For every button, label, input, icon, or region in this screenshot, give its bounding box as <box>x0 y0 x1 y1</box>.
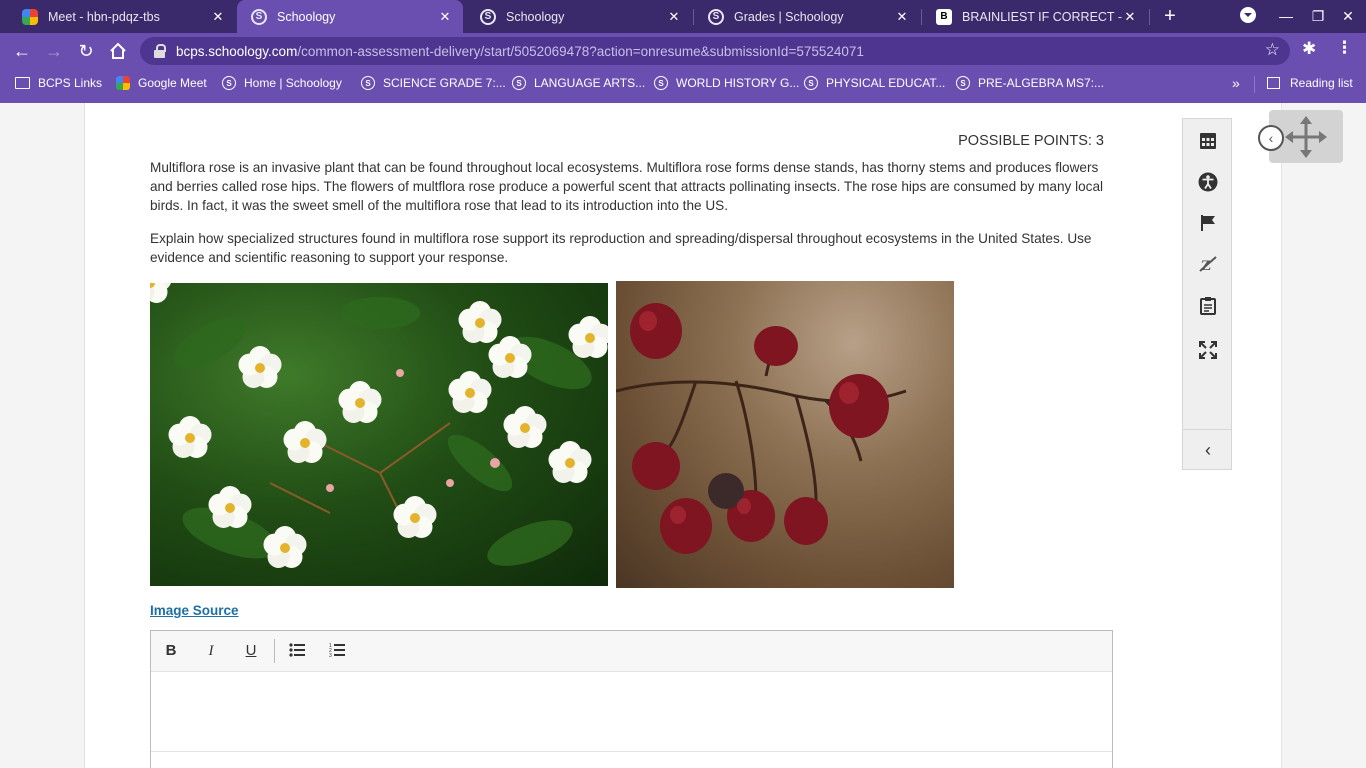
schoology-icon: S <box>512 76 526 90</box>
bookmarks-bar: BCPS Links Google Meet S Home | Schoolog… <box>0 69 1366 100</box>
close-icon[interactable]: ✕ <box>894 9 910 25</box>
reload-icon[interactable]: ↻ <box>74 39 98 63</box>
close-window-icon[interactable]: ✕ <box>1338 6 1358 26</box>
minimize-icon[interactable]: — <box>1276 6 1296 26</box>
reading-list-button[interactable]: Reading list <box>1267 76 1353 90</box>
bookmark-label: Google Meet <box>138 76 207 90</box>
google-meet-icon <box>116 76 130 90</box>
close-icon[interactable]: ✕ <box>437 9 453 25</box>
bookmarks-separator <box>1254 76 1255 93</box>
tab-title: Meet - hbn-pdqz-tbs <box>48 9 160 24</box>
folder-icon <box>15 77 30 89</box>
brainly-icon: B <box>936 8 952 25</box>
schoology-icon: S <box>804 76 818 90</box>
bookmark-label: PHYSICAL EDUCAT... <box>826 76 946 90</box>
tab-title: Schoology <box>277 9 336 24</box>
reading-list-label: Reading list <box>1290 76 1353 90</box>
schoology-icon: S <box>654 76 668 90</box>
url-host: bcps.schoology.com <box>176 43 298 59</box>
schoology-icon: S <box>956 76 970 90</box>
bookmark-science[interactable]: S SCIENCE GRADE 7:... <box>361 76 506 90</box>
bookmark-label: SCIENCE GRADE 7:... <box>383 76 506 90</box>
bookmark-language-arts[interactable]: S LANGUAGE ARTS... <box>512 76 645 90</box>
calculator-icon[interactable] <box>1196 129 1220 153</box>
bookmark-pre-algebra[interactable]: S PRE-ALGEBRA MS7:... <box>956 76 1104 90</box>
collapse-circle-chevron-icon[interactable]: ‹ <box>1258 125 1284 151</box>
tab-title: BRAINLIEST IF CORRECT - Brai <box>962 9 1122 24</box>
tab-meet[interactable]: Meet - hbn-pdqz-tbs ✕ <box>8 0 236 33</box>
close-icon[interactable]: ✕ <box>666 9 682 25</box>
extensions-puzzle-icon[interactable]: ✱ <box>1302 39 1316 59</box>
address-bar[interactable]: bcps.schoology.com/common-assessment-del… <box>140 37 1290 65</box>
question-prompt: Explain how specialized structures found… <box>150 231 1092 265</box>
bookmark-label: PRE-ALGEBRA MS7:... <box>978 76 1105 90</box>
bookmark-label: LANGUAGE ARTS... <box>534 76 646 90</box>
rail-divider <box>1183 429 1231 430</box>
kebab-menu-icon[interactable]: ⋮ <box>1336 38 1353 58</box>
bookmark-google-meet[interactable]: Google Meet <box>116 76 207 90</box>
fullscreen-icon[interactable] <box>1196 338 1220 362</box>
eliminate-answer-icon[interactable]: Z <box>1196 252 1220 276</box>
new-tab-button[interactable]: + <box>1159 5 1181 27</box>
svg-text:3: 3 <box>329 653 332 658</box>
schoology-icon: S <box>480 8 496 25</box>
tab-separator <box>1149 9 1150 25</box>
bold-icon[interactable]: B <box>160 640 182 662</box>
google-meet-icon <box>22 8 38 25</box>
tab-search-icon[interactable] <box>1238 6 1258 26</box>
tab-title: Schoology <box>506 9 565 24</box>
rose-hips-berries-photo <box>616 281 954 588</box>
tab-schoology[interactable]: S Schoology ✕ <box>466 0 692 33</box>
schoology-icon: S <box>222 76 236 90</box>
close-icon[interactable]: ✕ <box>210 9 226 25</box>
underline-icon[interactable]: U <box>240 640 262 662</box>
numbered-list-icon[interactable]: 123 <box>329 642 345 659</box>
answer-text-area[interactable] <box>151 672 1112 752</box>
multiflora-rose-flowers-photo <box>150 283 608 586</box>
close-icon[interactable]: ✕ <box>1122 9 1138 25</box>
bookmark-world-history[interactable]: S WORLD HISTORY G... <box>654 76 799 90</box>
tab-title: Grades | Schoology <box>734 9 844 24</box>
question-passage: Multiflora rose is an invasive plant tha… <box>150 160 1104 213</box>
bookmark-home-schoology[interactable]: S Home | Schoology <box>222 76 342 90</box>
chevron-left-icon[interactable]: ‹ <box>1196 440 1220 464</box>
notepad-icon[interactable] <box>1196 294 1220 318</box>
flag-icon[interactable] <box>1196 211 1220 235</box>
tab-brainly[interactable]: B BRAINLIEST IF CORRECT - Brai ✕ <box>922 0 1148 33</box>
toolbar-separator <box>274 639 275 663</box>
restore-icon[interactable]: ❐ <box>1308 6 1328 26</box>
reading-list-icon <box>1267 77 1280 89</box>
bullet-list-icon[interactable] <box>289 642 305 658</box>
accessibility-icon[interactable] <box>1196 170 1220 194</box>
tab-grades[interactable]: S Grades | Schoology ✕ <box>694 0 920 33</box>
question-card: POSSIBLE POINTS: 3 Multiflora rose is an… <box>84 103 1282 768</box>
bookmark-physical-education[interactable]: S PHYSICAL EDUCAT... <box>804 76 945 90</box>
answer-editor[interactable]: B I U 123 <box>150 630 1113 768</box>
schoology-icon: S <box>361 76 375 90</box>
more-bookmarks-chevron-icon[interactable]: » <box>1232 75 1240 91</box>
schoology-icon: S <box>251 8 267 25</box>
bookmark-label: WORLD HISTORY G... <box>676 76 800 90</box>
bookmark-label: Home | Schoology <box>244 76 342 90</box>
schoology-icon: S <box>708 8 724 25</box>
bookmark-label: BCPS Links <box>38 76 103 90</box>
tab-schoology-active[interactable]: S Schoology ✕ <box>237 0 463 33</box>
bookmark-bcps-links[interactable]: BCPS Links <box>15 76 102 90</box>
editor-toolbar: B I U 123 <box>151 631 1112 672</box>
browser-tab-bar: Meet - hbn-pdqz-tbs ✕ S Schoology ✕ S Sc… <box>0 0 1366 33</box>
assessment-tools-rail: Z ‹ <box>1182 118 1232 470</box>
image-source-link[interactable]: Image Source <box>150 603 239 618</box>
page-content: POSSIBLE POINTS: 3 Multiflora rose is an… <box>0 103 1366 768</box>
home-icon[interactable] <box>106 39 130 63</box>
italic-icon[interactable]: I <box>200 640 222 662</box>
possible-points: POSSIBLE POINTS: 3 <box>958 133 1104 149</box>
back-arrow-icon[interactable]: ← <box>10 39 34 63</box>
move-arrows-icon <box>1285 115 1327 158</box>
browser-toolbar: ← → ↻ bcps.schoology.com/common-assessme… <box>0 33 1366 69</box>
url-path: /common-assessment-delivery/start/505206… <box>297 43 864 59</box>
forward-arrow-icon[interactable]: → <box>42 39 66 63</box>
lock-icon[interactable] <box>154 44 166 58</box>
bookmark-star-icon[interactable]: ☆ <box>1265 40 1280 60</box>
